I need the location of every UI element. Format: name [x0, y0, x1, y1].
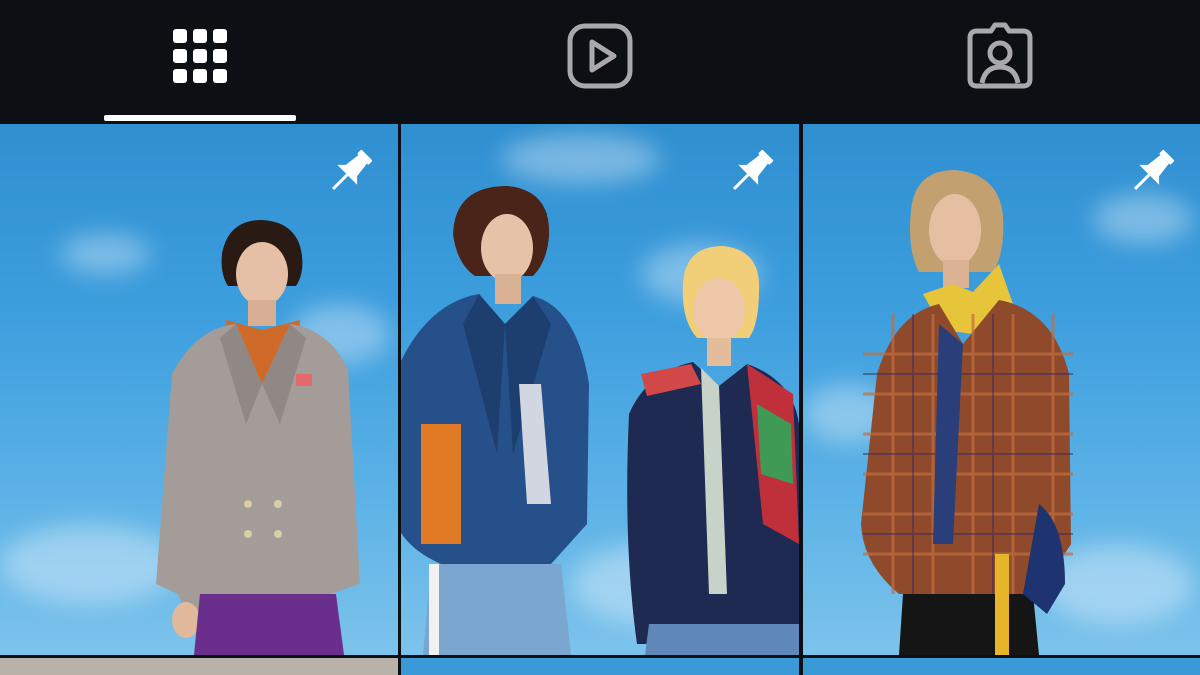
tab-tagged[interactable] [800, 0, 1200, 124]
pin-icon [1133, 149, 1175, 191]
grid-post-6[interactable] [803, 658, 1200, 675]
pin-icon [331, 149, 373, 191]
posts-grid [0, 124, 1200, 675]
reels-play-icon [567, 23, 633, 89]
pin-icon [732, 149, 774, 191]
profile-tab-bar [0, 0, 1200, 124]
grid-post-3[interactable] [803, 124, 1200, 655]
grid-post-4[interactable] [0, 658, 398, 675]
grid-post-1[interactable] [0, 124, 398, 655]
photo-person-plaid-jacket [861, 170, 1073, 655]
grid-post-2[interactable] [401, 124, 799, 655]
photo-person-gray-check-suit [156, 220, 360, 655]
tagged-person-icon [967, 22, 1033, 89]
grid-post-5[interactable] [401, 658, 799, 675]
tab-posts[interactable] [0, 0, 400, 124]
active-tab-indicator [104, 115, 296, 121]
photo-two-people-blue-jackets [401, 186, 799, 655]
grid-icon [173, 29, 227, 83]
tab-reels[interactable] [400, 0, 800, 124]
